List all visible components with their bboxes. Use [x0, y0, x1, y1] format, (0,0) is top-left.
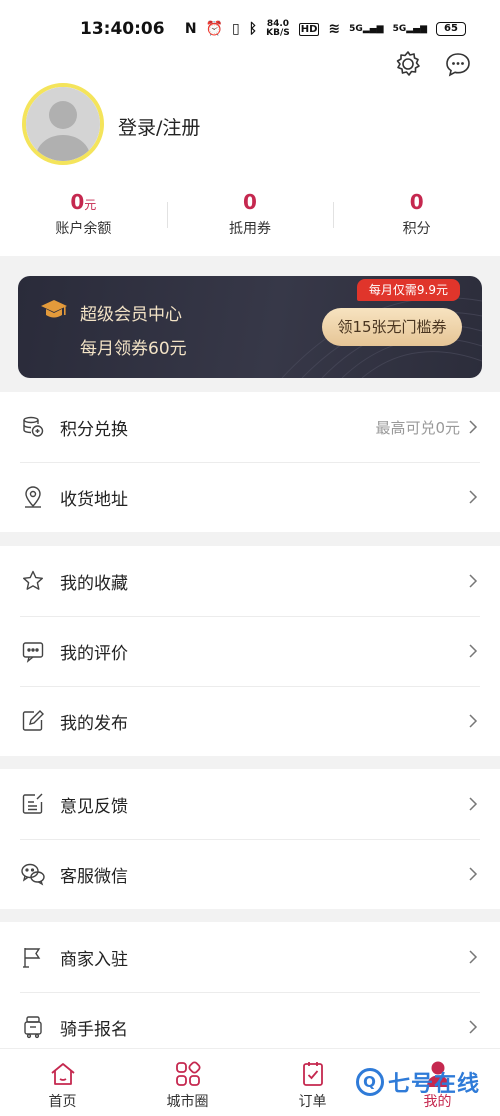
menu-label: 意见反馈 — [60, 796, 128, 817]
login-register-link[interactable]: 登录/注册 — [118, 113, 200, 140]
wechat-icon — [20, 861, 46, 887]
menu-label: 客服微信 — [60, 866, 128, 887]
status-time: 13:40:06 — [80, 19, 165, 39]
nav-label: 城市圈 — [166, 1094, 209, 1110]
chevron-right-icon — [468, 572, 480, 590]
chevron-right-icon — [468, 865, 480, 883]
watermark-q: Q — [356, 1068, 384, 1096]
stat-coupons[interactable]: 0 抵用券 — [166, 190, 334, 238]
menu-favorites[interactable]: 我的收藏 — [0, 546, 500, 616]
vip-subtitle: 每月领券60元 — [80, 339, 187, 359]
top-icons — [392, 48, 474, 80]
comment-icon — [20, 638, 46, 664]
balance-unit: 元 — [84, 198, 97, 212]
menu-points-exchange[interactable]: 积分兑换 最高可兑0元 — [0, 392, 500, 462]
stat-balance[interactable]: 0元 账户余额 — [0, 190, 167, 238]
menu-label: 骑手报名 — [60, 1019, 128, 1040]
menu-feedback[interactable]: 意见反馈 — [0, 769, 500, 839]
coupons-label: 抵用券 — [229, 221, 271, 237]
points-value: 0 — [409, 190, 424, 214]
rider-icon — [20, 1014, 46, 1040]
chevron-right-icon — [468, 642, 480, 660]
vip-title: 超级会员中心 — [80, 305, 182, 325]
points-label: 积分 — [402, 221, 431, 237]
coins-icon — [20, 414, 46, 440]
order-icon — [298, 1059, 328, 1089]
menu-group-1: 积分兑换 最高可兑0元 收货地址 — [0, 392, 500, 532]
balance-label: 账户余额 — [55, 221, 112, 237]
wifi-icon: ≋ — [328, 21, 341, 37]
nav-city-circle[interactable]: 城市圈 — [125, 1049, 250, 1116]
menu-group-4: 商家入驻 骑手报名 — [0, 922, 500, 1062]
city-circle-icon — [173, 1059, 203, 1089]
battery-icon: 65 — [436, 22, 466, 36]
chevron-right-icon — [468, 488, 480, 506]
menu-reviews[interactable]: 我的评价 — [0, 616, 500, 686]
stat-points[interactable]: 0 积分 — [333, 190, 500, 238]
menu-label: 我的收藏 — [60, 573, 128, 594]
alarm-icon: ⏰ — [205, 21, 224, 37]
menu-customer-service-wechat[interactable]: 客服微信 — [0, 839, 500, 909]
network-speed: 84.0 KB/S — [266, 20, 290, 38]
location-icon — [20, 484, 46, 510]
signal-1: 5G▂▄▆ — [349, 24, 384, 34]
chevron-right-icon — [468, 795, 480, 813]
chevron-right-icon — [468, 418, 480, 436]
star-icon — [20, 568, 46, 594]
menu-shipping-address[interactable]: 收货地址 — [0, 462, 500, 532]
flag-icon — [20, 944, 46, 970]
menu-label: 我的评价 — [60, 643, 128, 664]
speed-unit: KB/S — [266, 28, 290, 38]
menu-merchant-join[interactable]: 商家入驻 — [0, 922, 500, 992]
settings-gear-icon[interactable] — [392, 48, 424, 80]
menu-label: 积分兑换 — [60, 419, 128, 440]
watermark-text: 七号在线 — [388, 1072, 481, 1097]
menu-label: 收货地址 — [60, 489, 128, 510]
profile-header: 登录/注册 0元 账户余额 0 抵用券 0 积分 — [0, 40, 500, 256]
signal-2: 5G▂▄▆ — [392, 24, 427, 34]
vibrate-icon: ▯ — [232, 21, 240, 37]
bluetooth-icon: ᛒ — [248, 21, 258, 37]
nav-label: 订单 — [298, 1094, 327, 1110]
vip-banner[interactable]: 超级会员中心 每月领券60元 每月仅需9.9元 领15张无门槛券 — [18, 276, 482, 378]
hd-icon: HD — [298, 22, 320, 36]
nfc-icon: N — [184, 21, 197, 37]
graduation-cap-icon — [40, 298, 68, 326]
home-icon — [48, 1059, 78, 1089]
menu-group-2: 我的收藏 我的评价 我的发布 — [0, 546, 500, 756]
account-stats: 0元 账户余额 0 抵用券 0 积分 — [0, 190, 500, 238]
chevron-right-icon — [468, 948, 480, 966]
watermark-logo: Q 七号在线 — [356, 1066, 480, 1098]
status-icons: N ⏰ ▯ ᛒ 84.0 KB/S HD ≋ 5G▂▄▆ 5G▂▄▆ 65 — [185, 20, 466, 38]
network-label-2: 5G — [392, 24, 407, 34]
chevron-right-icon — [468, 1018, 480, 1036]
nav-home[interactable]: 首页 — [0, 1049, 125, 1116]
feedback-icon — [20, 791, 46, 817]
chevron-right-icon — [468, 712, 480, 730]
message-icon[interactable] — [442, 48, 474, 80]
menu-label: 我的发布 — [60, 713, 128, 734]
menu-label: 商家入驻 — [60, 949, 128, 970]
coupons-value: 0 — [243, 190, 257, 214]
menu-my-posts[interactable]: 我的发布 — [0, 686, 500, 756]
edit-icon — [20, 708, 46, 734]
nav-label: 首页 — [48, 1094, 77, 1110]
network-label-1: 5G — [349, 24, 363, 34]
vip-price-badge: 每月仅需9.9元 — [356, 279, 460, 301]
claim-coupons-button[interactable]: 领15张无门槛券 — [322, 308, 462, 346]
menu-group-3: 意见反馈 客服微信 — [0, 769, 500, 909]
max-redeem-text: 最高可兑0元 — [375, 418, 460, 437]
avatar[interactable] — [22, 83, 104, 165]
balance-value: 0 — [70, 190, 85, 214]
